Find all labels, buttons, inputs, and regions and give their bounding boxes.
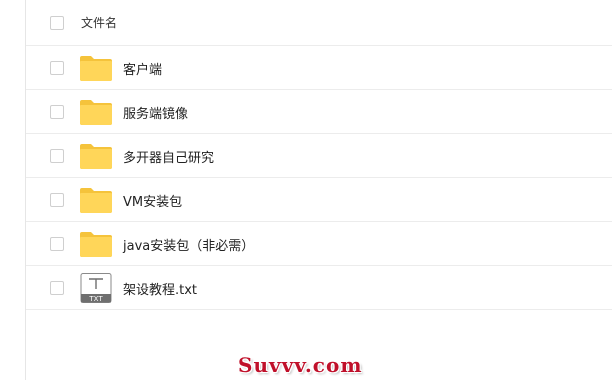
row-checkbox[interactable] <box>50 105 64 119</box>
folder-icon <box>80 56 112 81</box>
file-list: 文件名 客户端 服务端镜像 多开器自己研究 VM安装包 java安装包（非必需）… <box>26 0 612 310</box>
file-row-server-image[interactable]: 服务端镜像 <box>26 90 612 134</box>
file-browser: 文件名 客户端 服务端镜像 多开器自己研究 VM安装包 java安装包（非必需）… <box>0 0 612 380</box>
file-name[interactable]: 客户端 <box>123 59 162 78</box>
file-row-java-package[interactable]: java安装包（非必需） <box>26 222 612 266</box>
row-checkbox[interactable] <box>50 237 64 251</box>
txt-file-icon: TXT <box>80 273 112 303</box>
row-checkbox[interactable] <box>50 193 64 207</box>
file-name[interactable]: 架设教程.txt <box>123 279 197 298</box>
file-row-setup-tutorial[interactable]: TXT 架设教程.txt <box>26 266 612 310</box>
folder-icon <box>80 100 112 125</box>
file-name[interactable]: VM安装包 <box>123 191 182 210</box>
filename-column-header[interactable]: 文件名 <box>81 14 117 31</box>
txt-icon-label: TXT <box>88 295 103 303</box>
file-name[interactable]: 服务端镜像 <box>123 103 188 122</box>
row-checkbox[interactable] <box>50 281 64 295</box>
row-checkbox[interactable] <box>50 149 64 163</box>
file-row-client[interactable]: 客户端 <box>26 46 612 90</box>
select-all-checkbox[interactable] <box>50 16 64 30</box>
file-row-vm-package[interactable]: VM安装包 <box>26 178 612 222</box>
file-row-multi-opener[interactable]: 多开器自己研究 <box>26 134 612 178</box>
folder-icon <box>80 188 112 213</box>
folder-icon <box>80 232 112 257</box>
file-name[interactable]: 多开器自己研究 <box>123 147 214 166</box>
folder-icon <box>80 144 112 169</box>
file-name[interactable]: java安装包（非必需） <box>123 235 254 254</box>
watermark: Suvvv.com <box>238 353 363 377</box>
file-list-header: 文件名 <box>26 0 612 46</box>
row-checkbox[interactable] <box>50 61 64 75</box>
